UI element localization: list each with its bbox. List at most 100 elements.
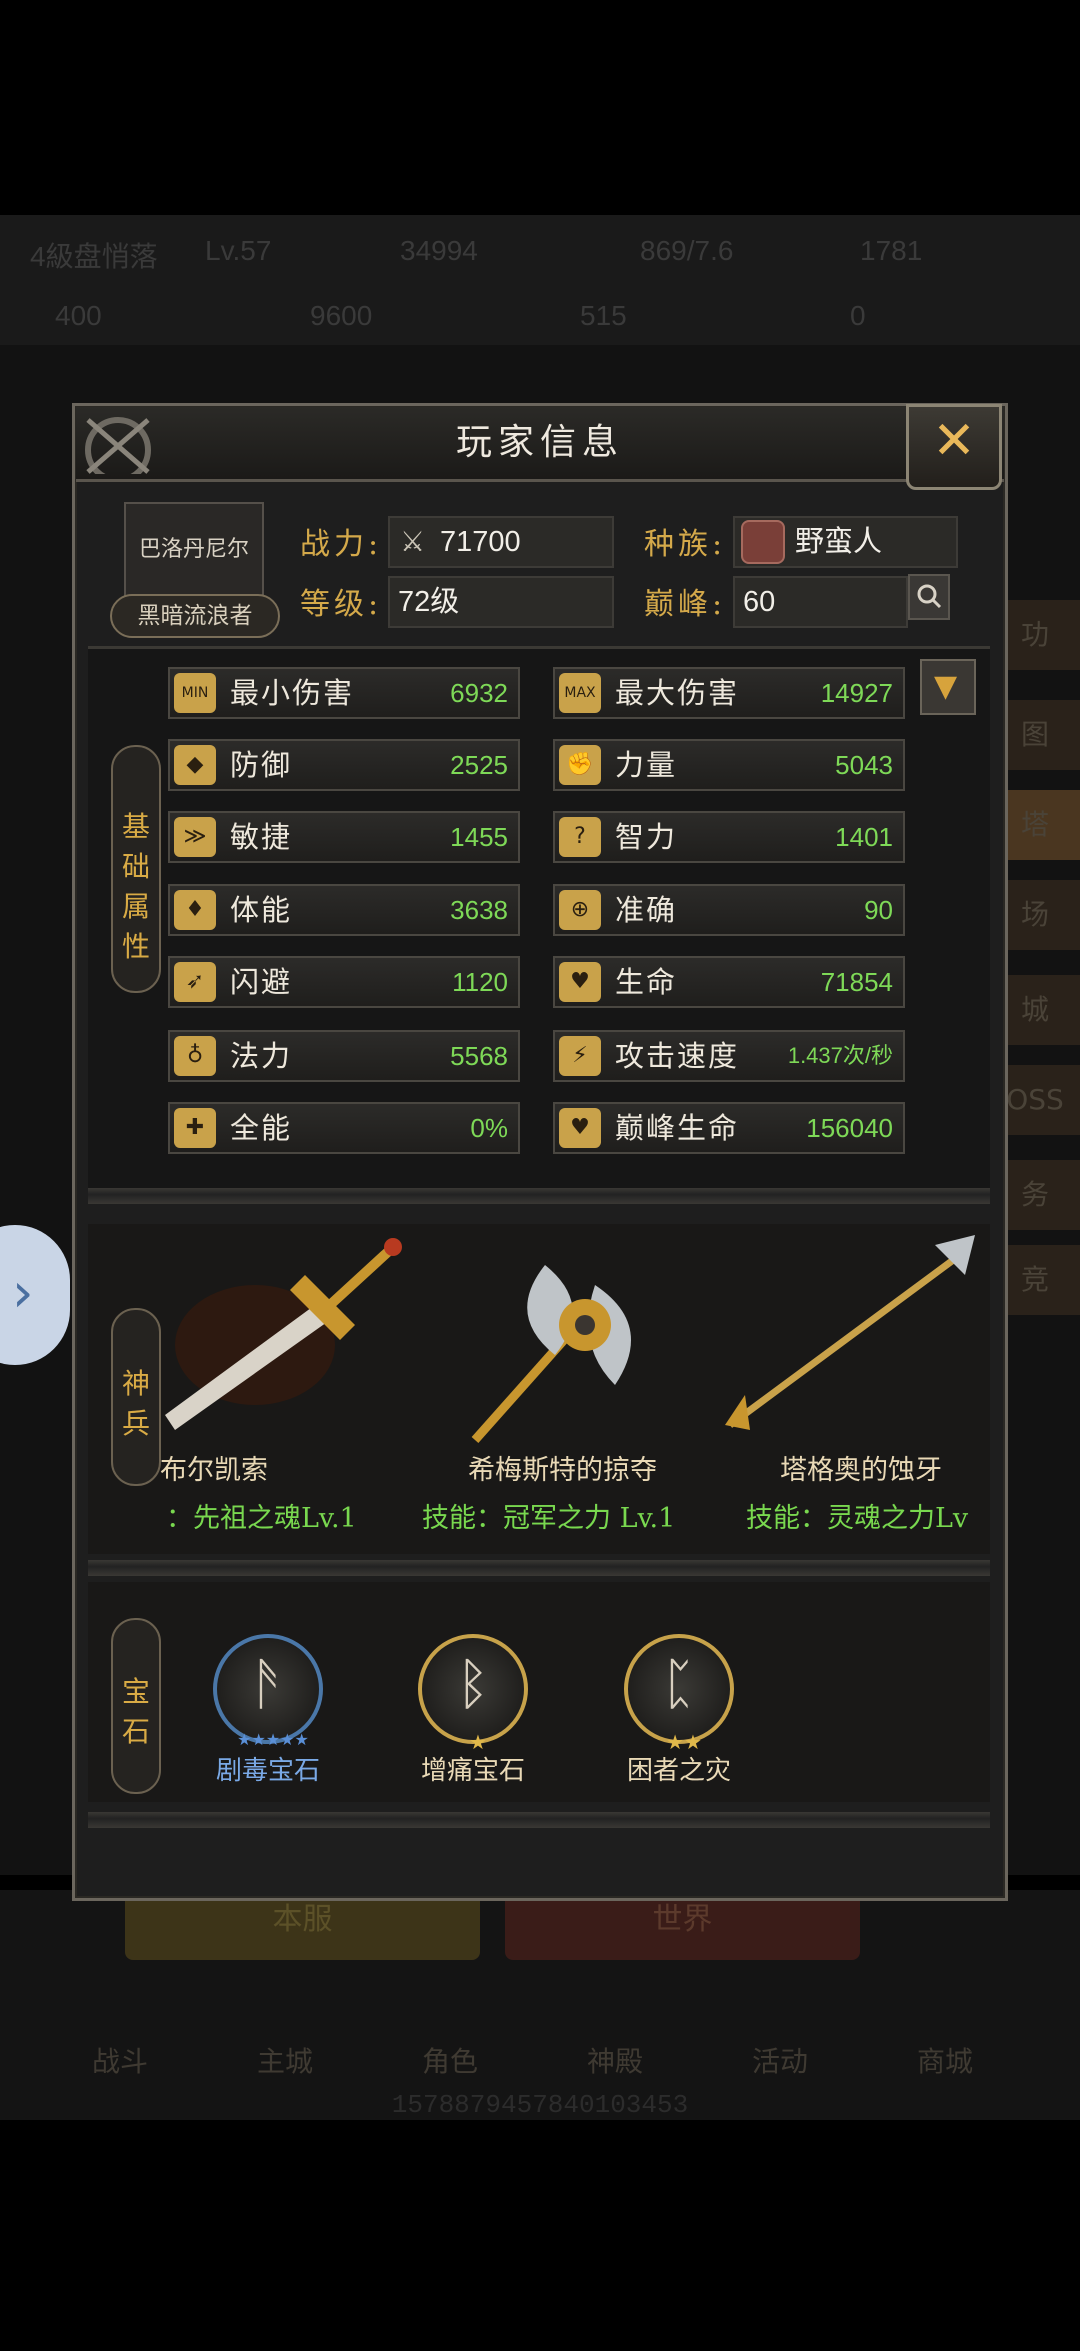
bg-level: Lv.57 bbox=[205, 235, 272, 266]
stat-value: 71854 bbox=[820, 967, 893, 997]
bg-stat-c: 515 bbox=[580, 300, 627, 331]
stat-max-damage: MAX 最大伤害 14927 bbox=[553, 667, 905, 719]
stat-label: 巅峰生命 bbox=[615, 1111, 740, 1145]
bg-gold: 869/7.6 bbox=[640, 235, 734, 266]
stat-label: 力量 bbox=[615, 748, 678, 782]
close-button[interactable]: ✕ bbox=[906, 404, 1002, 490]
triangle-down-icon: ▼ bbox=[934, 669, 958, 704]
tag-char: 宝 bbox=[121, 1675, 150, 1708]
shield-icon: ◆ bbox=[174, 745, 216, 785]
gem-glyph: ᚫ bbox=[251, 1652, 285, 1717]
axe-weapon-icon[interactable] bbox=[445, 1245, 665, 1445]
stat-label: 闪避 bbox=[230, 965, 293, 999]
agility-icon: ≫ bbox=[174, 817, 216, 857]
power-value: 71700 bbox=[440, 526, 521, 558]
player-title-badge: 黑暗流浪者 bbox=[110, 594, 280, 638]
stat-value: 14927 bbox=[820, 678, 893, 708]
bg-stat-a: 400 bbox=[55, 300, 102, 331]
gem-stars: ★★★★★ bbox=[237, 1730, 309, 1749]
heart-icon: ♥ bbox=[559, 962, 601, 1002]
player-name: 巴洛丹尼尔 bbox=[124, 502, 264, 598]
body-icon: ♦ bbox=[174, 890, 216, 930]
peak-search-button[interactable] bbox=[908, 574, 950, 620]
sword-weapon-icon[interactable] bbox=[165, 1235, 405, 1435]
power-field: ⚔ 71700 bbox=[388, 516, 614, 568]
stat-value: 1455 bbox=[450, 822, 508, 852]
chevron-right-icon: › bbox=[12, 1261, 34, 1324]
stat-value: 1120 bbox=[452, 967, 508, 997]
min-damage-icon: MIN bbox=[174, 673, 216, 713]
user-id: 1578879457840103453 bbox=[391, 2090, 689, 2120]
stat-versatility: ✚ 全能 0% bbox=[168, 1102, 520, 1154]
stat-attack-speed: ⚡ 攻击速度 1.437次/秒 bbox=[553, 1030, 905, 1082]
expand-stats-button[interactable]: ▼ bbox=[920, 659, 976, 715]
nav-character[interactable]: 角色 bbox=[375, 2040, 525, 2080]
tag-char: 属 bbox=[121, 890, 150, 923]
nav-events[interactable]: 活动 bbox=[705, 2040, 855, 2080]
bg-stat-b: 9600 bbox=[310, 300, 373, 331]
bg-gems: 1781 bbox=[860, 235, 923, 266]
background-stats: 4級盘悄落 Lv.57 34994 869/7.6 1781 400 9600 … bbox=[0, 215, 1080, 345]
peak-field: 60 bbox=[733, 576, 908, 628]
stat-value: 1.437次/秒 bbox=[787, 1043, 893, 1068]
stat-label: 攻击速度 bbox=[615, 1039, 740, 1073]
bg-power: 34994 bbox=[400, 235, 478, 266]
intellect-icon: ? bbox=[559, 817, 601, 857]
stat-value: 2525 bbox=[450, 750, 508, 780]
nav-shop[interactable]: 商城 bbox=[870, 2040, 1020, 2080]
base-attributes-tag: 基 础 属 性 bbox=[111, 745, 161, 993]
power-label: 战力: bbox=[300, 527, 383, 562]
stat-label: 敏捷 bbox=[230, 820, 293, 854]
nav-battle[interactable]: 战斗 bbox=[45, 2040, 195, 2080]
bg-player-name: 4級盘悄落 bbox=[30, 241, 158, 272]
stat-label: 全能 bbox=[230, 1111, 293, 1145]
nav-temple[interactable]: 神殿 bbox=[540, 2040, 690, 2080]
crossed-swords-icon: ⚔ bbox=[400, 526, 426, 557]
gem-name: 剧毒宝石 bbox=[215, 1756, 320, 1786]
search-icon bbox=[917, 584, 942, 609]
weapon-skill: 技能：冠军之力 Lv.1 bbox=[422, 1503, 676, 1534]
versatility-icon: ✚ bbox=[174, 1108, 216, 1148]
stat-defense: ◆ 防御 2525 bbox=[168, 739, 520, 791]
level-field: 72级 bbox=[388, 576, 614, 628]
stat-min-damage: MIN 最小伤害 6932 bbox=[168, 667, 520, 719]
stat-agility: ≫ 敏捷 1455 bbox=[168, 811, 520, 863]
max-damage-icon: MAX bbox=[559, 673, 601, 713]
section-divider bbox=[88, 1188, 990, 1204]
stat-accuracy: ⊕ 准确 90 bbox=[553, 884, 905, 936]
stat-label: 智力 bbox=[615, 820, 678, 854]
peak-label: 巅峰: bbox=[644, 587, 727, 622]
tag-char: 石 bbox=[121, 1715, 150, 1748]
stat-value: 5043 bbox=[835, 750, 893, 780]
stat-label: 准确 bbox=[615, 893, 678, 927]
pain-gem-icon[interactable]: ᛒ bbox=[418, 1634, 528, 1744]
spear-weapon-icon[interactable] bbox=[720, 1235, 982, 1435]
gem-name: 困者之灾 bbox=[626, 1756, 731, 1786]
weapon-skill: 技能：灵魂之力Lv bbox=[746, 1503, 969, 1534]
dodge-icon: ➶ bbox=[174, 962, 216, 1002]
section-divider bbox=[88, 1812, 990, 1828]
stat-label: 防御 bbox=[230, 748, 293, 782]
bane-gem-icon[interactable]: ᛈ bbox=[624, 1634, 734, 1744]
weapon-name: 布尔凯索 bbox=[160, 1455, 268, 1486]
peak-heart-icon: ♥ bbox=[559, 1108, 601, 1148]
tag-char: 基 bbox=[121, 810, 150, 843]
stat-value: 156040 bbox=[806, 1113, 893, 1143]
nav-city[interactable]: 主城 bbox=[210, 2040, 360, 2080]
gems-tag: 宝 石 bbox=[111, 1618, 161, 1794]
stat-life: ♥ 生命 71854 bbox=[553, 956, 905, 1008]
stat-dodge: ➶ 闪避 1120 bbox=[168, 956, 520, 1008]
fist-icon: ✊ bbox=[559, 745, 601, 785]
race-field: 野蛮人 bbox=[733, 516, 958, 568]
poison-gem-icon[interactable]: ᚫ bbox=[213, 1634, 323, 1744]
stat-strength: ✊ 力量 5043 bbox=[553, 739, 905, 791]
race-value: 野蛮人 bbox=[795, 526, 883, 558]
stat-peak-life: ♥ 巅峰生命 156040 bbox=[553, 1102, 905, 1154]
stat-value: 3638 bbox=[450, 895, 508, 925]
stat-value: 5568 bbox=[450, 1041, 508, 1071]
stat-intellect: ? 智力 1401 bbox=[553, 811, 905, 863]
bg-stat-d: 0 bbox=[850, 300, 866, 331]
tag-char: 性 bbox=[121, 930, 150, 963]
gem-glyph: ᛒ bbox=[456, 1652, 490, 1717]
stat-label: 生命 bbox=[615, 965, 678, 999]
